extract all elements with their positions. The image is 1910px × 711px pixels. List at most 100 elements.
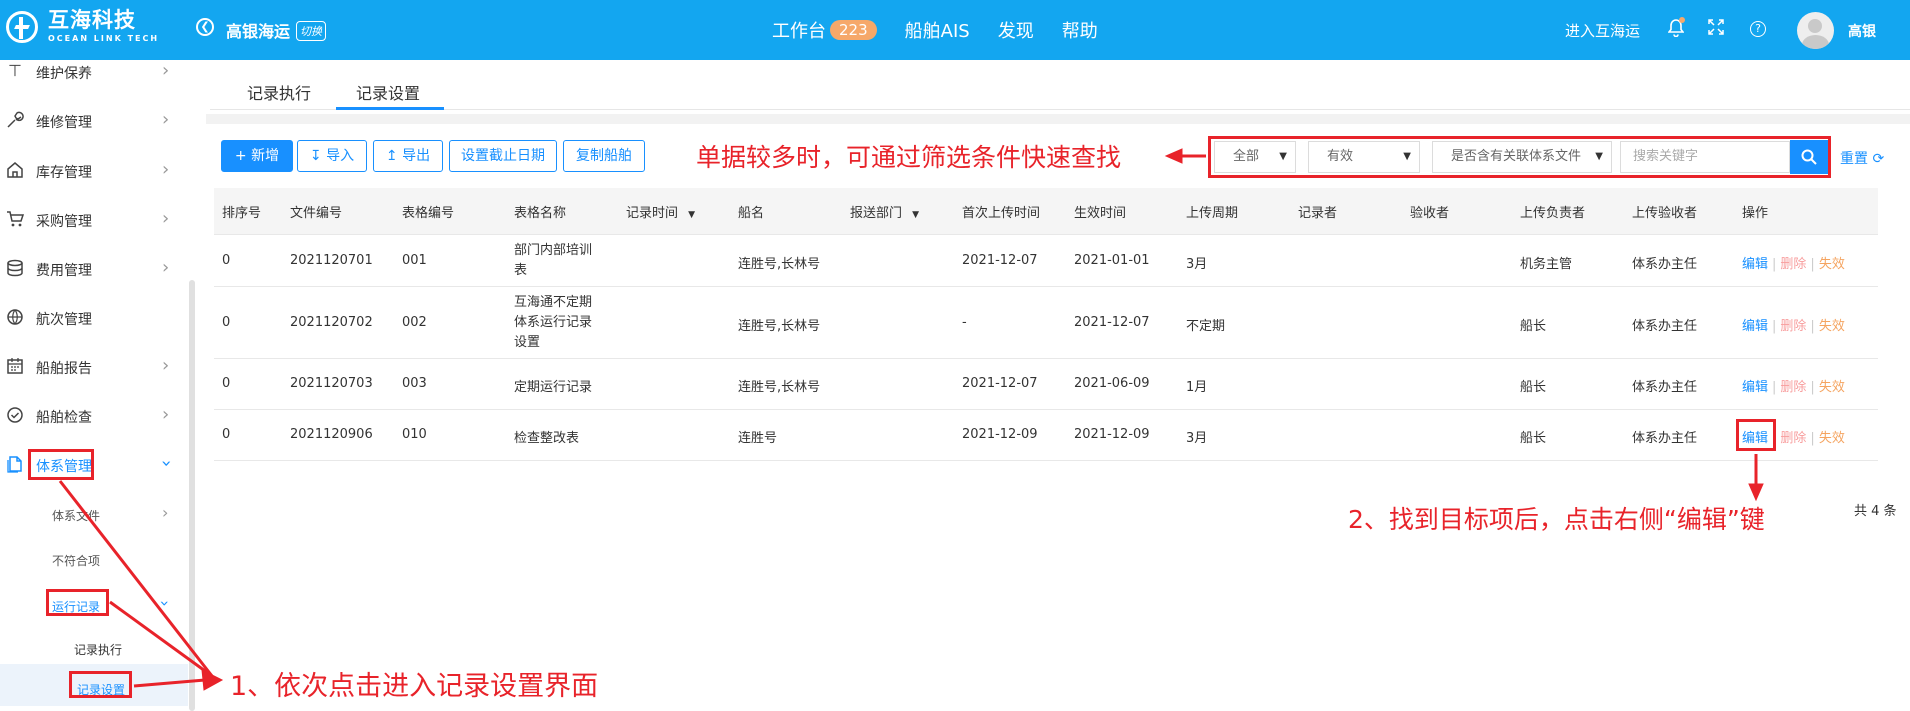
invalidate-link[interactable]: 失效 — [1819, 380, 1845, 395]
sidebar-item-repair[interactable]: 维修管理 › — [0, 107, 180, 137]
cell-form-name: 定期运行记录 — [514, 380, 593, 395]
cell-first-upload: 2021-12-07 — [962, 253, 1038, 268]
row-actions: 编辑 | 删除 | 失效 — [1742, 431, 1845, 446]
sidebar-scrollbar[interactable] — [189, 280, 195, 711]
edit-link[interactable]: 编辑 — [1742, 431, 1768, 446]
caret-down-icon: ▼ — [912, 210, 920, 220]
hammer-icon: ⊤ — [8, 61, 22, 80]
col-file-no: 文件编号 — [290, 206, 343, 221]
edit-link[interactable]: 编辑 — [1742, 380, 1768, 395]
divider — [206, 114, 1910, 124]
validity-select[interactable]: 有效 ▼ — [1308, 141, 1420, 173]
scope-select[interactable]: 全部 ▼ — [1214, 141, 1296, 173]
caret-down-icon: ▼ — [1403, 151, 1411, 162]
invalidate-link[interactable]: 失效 — [1819, 257, 1845, 272]
cell-file-no: 2021120701 — [290, 253, 373, 268]
sidebar-item-label: 维护保养 — [36, 66, 92, 82]
add-button[interactable]: + 新增 — [221, 140, 293, 172]
sidebar-item-inventory[interactable]: 库存管理 › — [0, 157, 180, 187]
col-acceptor: 上传验收者 — [1632, 206, 1698, 221]
back-icon[interactable]: ❮ — [196, 18, 214, 36]
sidebar-item-label: 船舶检查 — [36, 410, 92, 426]
switch-company-button[interactable]: 切换 — [296, 21, 326, 41]
col-department[interactable]: 报送部门 ▼ — [850, 202, 919, 221]
sidebar-subitem-system-files[interactable]: 体系文件 › — [0, 503, 185, 529]
table-row: 0 2021120703 003 定期运行记录 连胜号,长林号 2021-12-… — [214, 359, 1878, 410]
sidebar-item-expense[interactable]: 费用管理 › — [0, 255, 180, 285]
user-name[interactable]: 高银 — [1848, 21, 1876, 41]
edit-link[interactable]: 编辑 — [1742, 319, 1768, 334]
calendar-icon — [6, 357, 24, 375]
wrench-icon — [6, 111, 24, 129]
export-icon: ↥ — [385, 148, 398, 164]
step2-annotation: 2、找到目标项后，点击右侧“编辑”键 — [1348, 505, 1765, 534]
export-label: 导出 — [402, 148, 431, 164]
invalidate-link[interactable]: 失效 — [1819, 319, 1845, 334]
tab-bar: 记录执行 记录设置 — [210, 72, 1910, 110]
bell-icon[interactable] — [1666, 17, 1686, 39]
cell-effective: 2021-12-09 — [1074, 427, 1150, 442]
cell-effective: 2021-12-07 — [1074, 315, 1150, 330]
sidebar-item-label: 采购管理 — [36, 214, 92, 230]
cell-cycle: 1月 — [1186, 380, 1208, 395]
avatar[interactable] — [1797, 12, 1834, 49]
sidebar-item-label: 航次管理 — [36, 312, 92, 328]
table-row: 0 2021120702 002 互海通不定期体系运行记录设置 连胜号,长林号 … — [214, 287, 1878, 359]
help-icon[interactable]: ? — [1750, 21, 1766, 37]
fullscreen-icon[interactable] — [1706, 19, 1726, 39]
tab-record-settings[interactable]: 记录设置 — [356, 80, 420, 104]
sidebar-item-purchase[interactable]: 采购管理 › — [0, 206, 180, 236]
home-icon — [6, 161, 24, 179]
edit-link[interactable]: 编辑 — [1742, 257, 1768, 272]
linked-file-select[interactable]: 是否含有关联体系文件 ▼ — [1432, 141, 1612, 173]
sidebar-subitem-run-records[interactable]: 运行记录 › — [0, 594, 185, 620]
copy-ship-button[interactable]: 复制船舶 — [563, 140, 645, 172]
total-count: 共 4 条 — [1854, 504, 1897, 519]
logo-icon — [6, 10, 38, 43]
reset-button[interactable]: 重置 ⟳ — [1840, 148, 1884, 168]
delete-link[interactable]: 删除 — [1780, 319, 1806, 334]
import-icon: ↧ — [309, 148, 322, 164]
chevron-right-icon: › — [162, 355, 170, 376]
sidebar-subitem-nonconformity[interactable]: 不符合项 — [0, 548, 185, 574]
delete-link[interactable]: 删除 — [1780, 380, 1806, 395]
nav-workbench[interactable]: 工作台 223 — [772, 17, 877, 43]
sidebar-item-voyage[interactable]: 航次管理 — [0, 304, 180, 334]
search-button[interactable] — [1790, 140, 1828, 174]
sidebar-item-label: 维修管理 — [36, 115, 92, 131]
row-actions: 编辑 | 删除 | 失效 — [1742, 257, 1845, 272]
delete-link[interactable]: 删除 — [1780, 257, 1806, 272]
app-root: { "header": { "logo_cn": "互海科技", "logo_e… — [0, 0, 1910, 711]
sidebar-item-label: 费用管理 — [36, 263, 92, 279]
document-icon — [6, 455, 24, 473]
col-first-upload: 首次上传时间 — [962, 206, 1041, 221]
sidebar-subitem-record-execution[interactable]: 记录执行 — [0, 637, 185, 663]
sidebar-item-ship-report[interactable]: 船舶报告 › — [0, 353, 180, 383]
search-input[interactable]: 搜索关键字 — [1620, 141, 1790, 173]
set-deadline-button[interactable]: 设置截止日期 — [449, 140, 557, 172]
sidebar-item-maintenance[interactable]: ⊤ 维护保养 › — [0, 58, 180, 88]
cell-uploader: 船长 — [1520, 319, 1547, 334]
nav-ship-ais[interactable]: 船舶AIS — [905, 17, 970, 43]
import-button[interactable]: ↧ 导入 — [297, 140, 367, 172]
cell-acceptor: 体系办主任 — [1632, 380, 1698, 395]
company-logo[interactable]: 互海科技 OCEAN LINK TECH — [6, 10, 159, 43]
tab-record-execution[interactable]: 记录执行 — [247, 80, 311, 104]
nav-help[interactable]: 帮助 — [1062, 17, 1098, 43]
cell-sort: 0 — [222, 315, 231, 330]
sidebar-subitem-label: 运行记录 — [52, 600, 101, 614]
sidebar-item-ship-inspection[interactable]: 船舶检查 › — [0, 402, 180, 432]
sidebar-item-system-management[interactable]: 体系管理 › — [0, 451, 180, 481]
cell-form-name: 检查整改表 — [514, 431, 580, 446]
nav-discover[interactable]: 发现 — [998, 17, 1034, 43]
invalidate-link[interactable]: 失效 — [1819, 431, 1845, 446]
cell-form-name: 互海通不定期体系运行记录设置 — [514, 295, 593, 350]
cell-form-no: 002 — [402, 315, 427, 330]
export-button[interactable]: ↥ 导出 — [373, 140, 443, 172]
linked-file-value: 是否含有关联体系文件 — [1451, 149, 1582, 164]
cell-sort: 0 — [222, 427, 231, 442]
col-record-time[interactable]: 记录时间 ▼ — [626, 202, 695, 221]
sidebar-subitem-record-settings[interactable]: 记录设置 — [0, 677, 185, 703]
enter-huhaiyun-link[interactable]: 进入互海运 — [1565, 20, 1640, 41]
delete-link[interactable]: 删除 — [1780, 431, 1806, 446]
